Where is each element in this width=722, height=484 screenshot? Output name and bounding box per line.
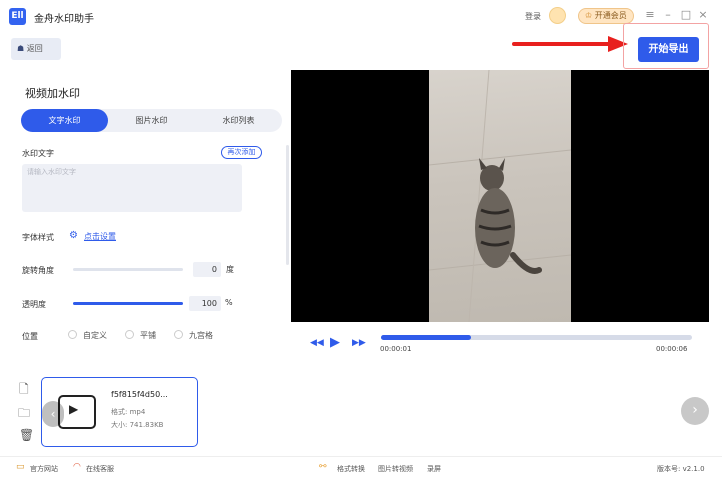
progress-fill [381, 335, 472, 340]
radio-tile[interactable] [125, 330, 134, 339]
headset-icon: ◠ [73, 462, 81, 472]
start-export-button[interactable]: 开始导出 [638, 37, 699, 62]
file-size: 大小: 741.83KB [111, 421, 164, 429]
watermark-text-input[interactable] [22, 164, 242, 212]
opacity-slider[interactable] [73, 302, 183, 305]
tab-image-watermark[interactable]: 图片水印 [108, 109, 195, 132]
font-style-label: 字体样式 [22, 233, 54, 242]
vip-button[interactable]: ♔ 开通会员 [578, 8, 634, 24]
maximize-icon[interactable]: □ [679, 8, 693, 21]
add-folder-icon[interactable]: 🗀 [18, 404, 30, 425]
panel-title: 视频加水印 [25, 87, 80, 100]
radio-ninegrid-label: 九宫格 [189, 331, 213, 340]
tab-text-watermark[interactable]: 文字水印 [21, 109, 108, 132]
tab-watermark-list[interactable]: 水印列表 [195, 109, 282, 132]
link-icon: ⚯ [319, 462, 327, 472]
radio-ninegrid[interactable] [174, 330, 183, 339]
rotation-label: 旋转角度 [22, 266, 54, 275]
rotation-slider[interactable] [73, 268, 183, 271]
home-icon: ☗ [17, 44, 25, 53]
position-label: 位置 [22, 332, 38, 341]
radio-tile-label: 平铺 [140, 331, 156, 340]
minimize-icon[interactable]: – [661, 8, 675, 21]
close-icon[interactable]: × [696, 8, 710, 21]
official-site-link[interactable]: 官方网站 [30, 464, 58, 474]
duration: 00:00:06 [656, 345, 688, 353]
menu-icon[interactable]: ≡ [643, 8, 657, 21]
prev-page-icon[interactable]: ‹ [42, 401, 64, 427]
back-label: 返回 [26, 44, 43, 53]
delete-icon[interactable]: 🗑 [19, 428, 34, 442]
app-logo: Ell [9, 8, 26, 25]
cat-image [428, 69, 572, 323]
image-to-video-link[interactable]: 图片转视频 [378, 464, 413, 474]
add-file-icon[interactable]: 🗋 [19, 380, 29, 401]
version-text: 版本号: v2.1.0 [657, 465, 705, 473]
app-title: 金舟水印助手 [34, 14, 94, 25]
gear-icon[interactable]: ⚙ [69, 230, 78, 241]
vip-label: 开通会员 [594, 11, 627, 20]
back-button[interactable]: ☗ 返回 [11, 38, 61, 60]
fast-forward-icon[interactable]: ▶▶ [352, 338, 366, 348]
play-icon[interactable]: ▶ [330, 335, 340, 350]
opacity-input[interactable]: 100 [189, 296, 221, 311]
rewind-icon[interactable]: ◀◀ [310, 338, 324, 348]
screen-record-link[interactable]: 录屏 [427, 464, 441, 474]
panel-scrollbar[interactable] [286, 145, 289, 265]
file-name: f5f815f4d50... [111, 390, 168, 399]
rotation-input[interactable]: 0 [193, 262, 221, 277]
video-frame [428, 69, 572, 323]
login-link[interactable]: 登录 [525, 11, 541, 22]
crown-icon: ♔ [585, 11, 593, 20]
next-page-icon[interactable]: › [681, 397, 709, 425]
radio-custom-label: 自定义 [83, 331, 107, 340]
add-again-button[interactable]: 再次添加 [221, 146, 262, 159]
file-format: 格式: mp4 [111, 408, 146, 416]
watermark-text-label: 水印文字 [22, 149, 54, 158]
monitor-icon: ▭ [16, 462, 25, 472]
opacity-unit: % [225, 298, 233, 307]
online-support-link[interactable]: 在线客服 [86, 464, 114, 474]
radio-custom[interactable] [68, 330, 77, 339]
format-convert-link[interactable]: 格式转换 [337, 464, 365, 474]
current-time: 00:00:01 [380, 345, 412, 353]
rotation-unit: 度 [226, 265, 234, 274]
play-icon: ▶ [69, 402, 79, 416]
font-settings-link[interactable]: 点击设置 [84, 231, 116, 242]
red-arrow-annotation [512, 36, 628, 52]
avatar[interactable] [549, 7, 566, 24]
opacity-label: 透明度 [22, 300, 46, 309]
